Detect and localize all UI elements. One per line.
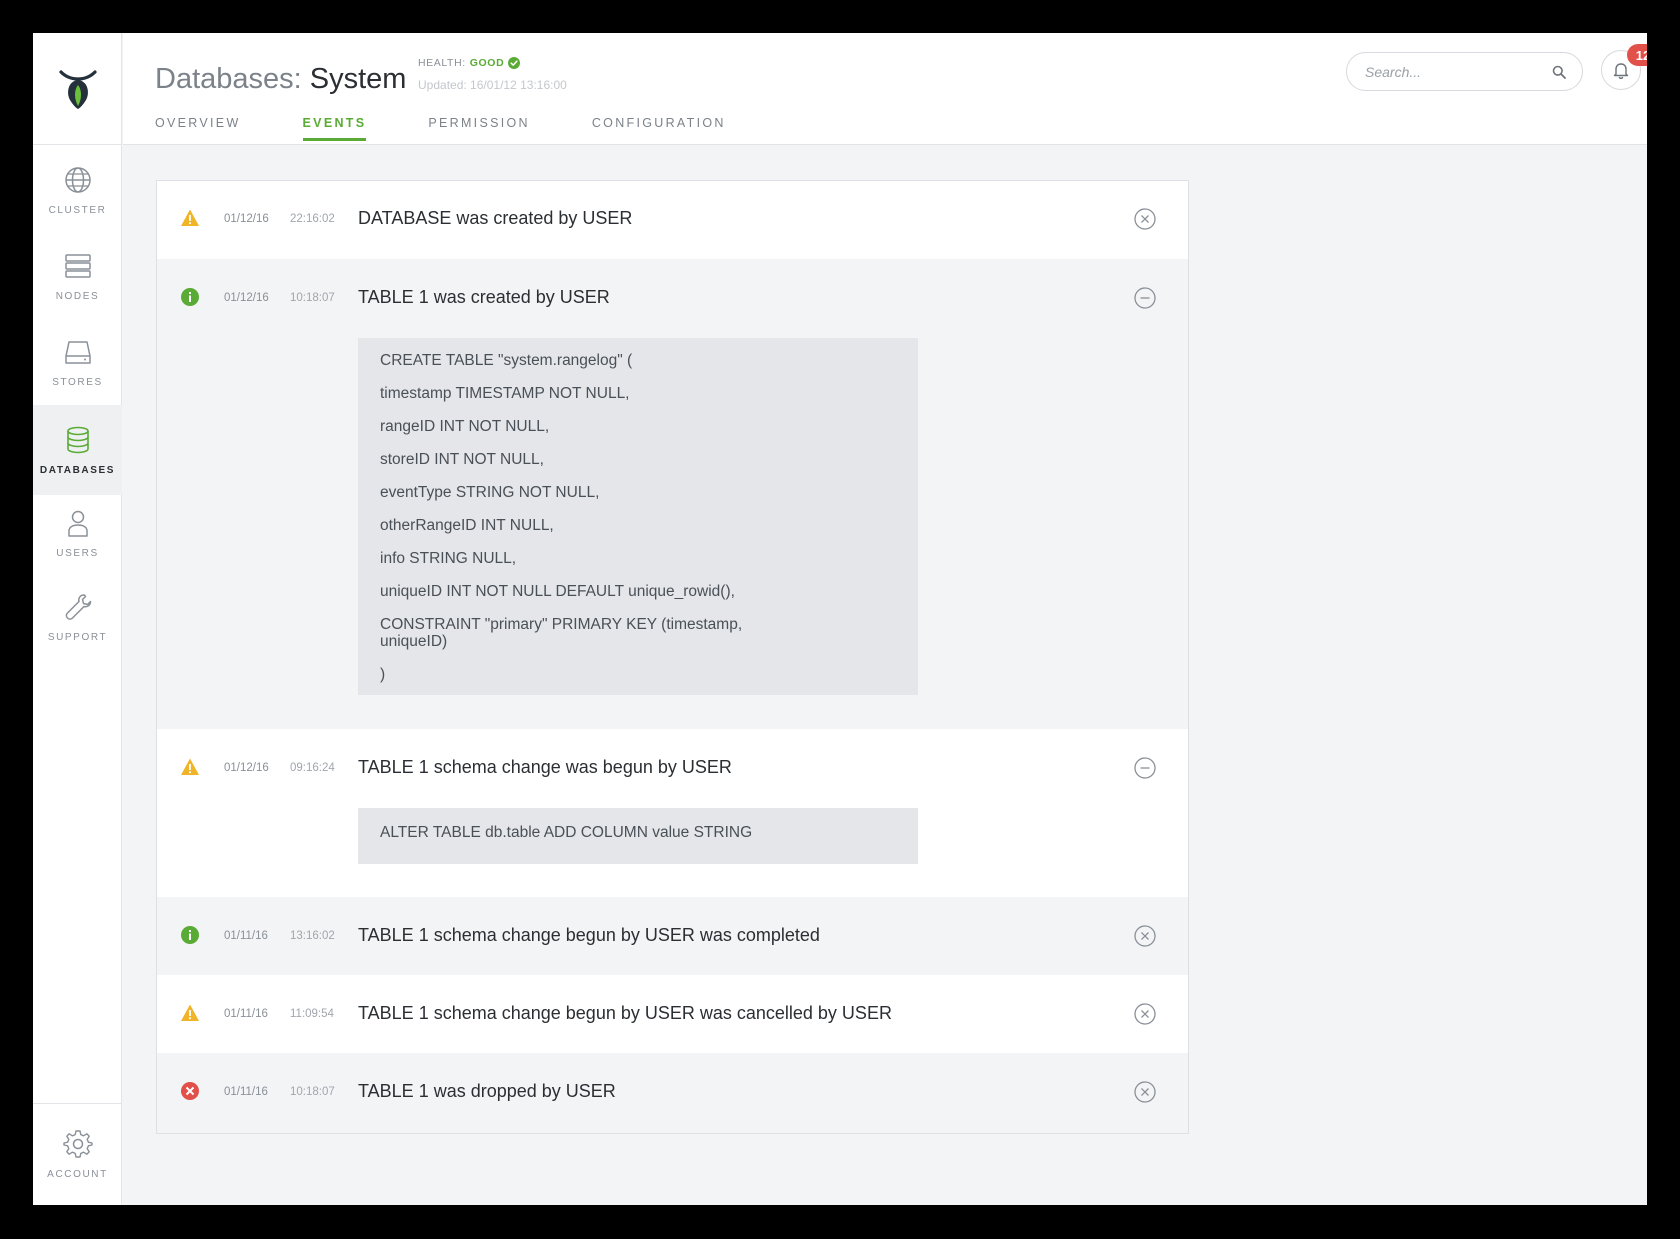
event-message: TABLE 1 was created by USER <box>358 287 610 307</box>
search-icon[interactable] <box>1552 65 1566 79</box>
event-time: 10:18:07 <box>290 1086 335 1098</box>
event-date: 01/12/16 <box>224 292 269 304</box>
event-time: 13:16:02 <box>290 930 335 942</box>
code-line: timestamp TIMESTAMP NOT NULL, <box>380 385 630 402</box>
sidebar: CLUSTER NODES STORES DATABASES USERS SUP… <box>33 33 122 1205</box>
sidebar-item-label: SUPPORT <box>47 631 108 643</box>
event-date: 01/11/16 <box>224 1086 268 1098</box>
event-message: TABLE 1 was dropped by USER <box>358 1081 616 1101</box>
server-icon <box>64 253 91 278</box>
event-message: DATABASE was created by USER <box>358 208 633 228</box>
warning-icon <box>181 1004 199 1021</box>
updated-timestamp: Updated: 16/01/12 13:16:00 <box>418 78 567 92</box>
sql-code-block: ALTER TABLE db.table ADD COLUMN value ST… <box>358 808 918 864</box>
cockroach-logo-icon <box>58 69 97 109</box>
code-line: CONSTRAINT "primary" PRIMARY KEY (timest… <box>380 616 743 650</box>
sidebar-item-account[interactable]: ACCOUNT <box>33 1103 122 1205</box>
event-time: 11:09:54 <box>290 1008 334 1020</box>
code-line: uniqueID INT NOT NULL DEFAULT unique_row… <box>380 583 735 600</box>
event-message: TABLE 1 schema change begun by USER was … <box>358 925 820 945</box>
drive-icon <box>64 340 91 364</box>
page-title-name: System <box>309 63 407 95</box>
error-icon <box>181 1082 199 1100</box>
tab-overview[interactable]: OVERVIEW <box>155 116 241 141</box>
collapse-icon[interactable] <box>1134 757 1156 779</box>
event-date: 01/12/16 <box>224 213 269 225</box>
event-row-expanded: 01/12/16 09:16:24 TABLE 1 schema change … <box>157 729 1188 897</box>
tab-configuration[interactable]: CONFIGURATION <box>592 116 726 141</box>
event-row: 01/11/16 11:09:54 TABLE 1 schema change … <box>157 975 1188 1053</box>
sidebar-item-stores[interactable]: STORES <box>33 317 122 407</box>
event-date: 01/11/16 <box>224 1008 268 1020</box>
health-label: HEALTH: <box>418 57 466 69</box>
sidebar-item-cluster[interactable]: CLUSTER <box>33 145 122 235</box>
user-icon <box>67 510 88 537</box>
sidebar-item-label: USERS <box>56 547 99 559</box>
code-line: CREATE TABLE "system.rangelog" ( <box>380 352 633 369</box>
warning-icon <box>181 758 199 775</box>
event-time: 10:18:07 <box>290 292 335 304</box>
sql-code-block: CREATE TABLE "system.rangelog" ( timesta… <box>358 338 918 695</box>
page-title: Databases: System <box>155 63 406 96</box>
code-line: ) <box>380 666 386 683</box>
sidebar-item-users[interactable]: USERS <box>33 488 122 578</box>
header: Databases: System HEALTH: GOOD Updated: … <box>123 33 1647 145</box>
info-icon <box>181 926 199 944</box>
sidebar-item-support[interactable]: SUPPORT <box>33 572 122 662</box>
search-input[interactable] <box>1365 63 1535 80</box>
event-time: 09:16:24 <box>290 762 335 774</box>
close-icon[interactable] <box>1134 1003 1156 1025</box>
event-date: 01/11/16 <box>224 930 268 942</box>
code-line: info STRING NULL, <box>380 550 517 567</box>
globe-icon <box>64 166 91 193</box>
code-line: otherRangeID INT NULL, <box>380 517 554 534</box>
event-date: 01/12/16 <box>224 762 269 774</box>
close-icon[interactable] <box>1134 208 1156 230</box>
event-row: 01/11/16 13:16:02 TABLE 1 schema change … <box>157 897 1188 975</box>
event-row: 01/11/16 10:18:07 TABLE 1 was dropped by… <box>157 1053 1188 1133</box>
search-box <box>1346 52 1583 91</box>
event-message: TABLE 1 schema change begun by USER was … <box>358 1003 892 1023</box>
event-time: 22:16:02 <box>290 213 335 225</box>
sidebar-item-databases[interactable]: DATABASES <box>33 405 122 495</box>
tab-events[interactable]: EVENTS <box>302 116 367 141</box>
event-row-expanded: 01/12/16 10:18:07 TABLE 1 was created by… <box>157 259 1188 729</box>
account-label: ACCOUNT <box>47 1169 108 1180</box>
info-icon <box>181 288 199 306</box>
bell-icon <box>1613 63 1629 79</box>
sidebar-item-label: NODES <box>55 290 100 302</box>
code-line: rangeID INT NOT NULL, <box>380 418 550 435</box>
database-icon <box>66 426 89 453</box>
sidebar-item-label: DATABASES <box>39 464 116 476</box>
wrench-icon <box>65 593 91 620</box>
cockroach-logo[interactable] <box>33 33 122 145</box>
code-line: eventType STRING NOT NULL, <box>380 484 600 501</box>
tab-permission[interactable]: PERMISSION <box>428 116 530 141</box>
health-status: HEALTH: GOOD <box>418 57 521 69</box>
code-line: storeID INT NOT NULL, <box>380 451 544 468</box>
app-window: CLUSTER NODES STORES DATABASES USERS SUP… <box>33 33 1647 1205</box>
collapse-icon[interactable] <box>1134 287 1156 309</box>
event-message: TABLE 1 schema change was begun by USER <box>358 757 732 777</box>
sidebar-item-label: STORES <box>52 376 103 388</box>
tab-bar: OVERVIEW EVENTS PERMISSION CONFIGURATION <box>155 116 788 141</box>
page-title-prefix: Databases: <box>155 63 302 95</box>
events-list: 01/12/16 22:16:02 DATABASE was created b… <box>156 180 1189 1134</box>
close-icon[interactable] <box>1134 925 1156 947</box>
sidebar-item-label: CLUSTER <box>48 204 107 216</box>
gear-icon <box>62 1130 93 1158</box>
code-line: ALTER TABLE db.table ADD COLUMN value ST… <box>380 824 753 841</box>
sidebar-item-nodes[interactable]: NODES <box>33 231 122 321</box>
close-icon[interactable] <box>1134 1081 1156 1103</box>
check-circle-icon <box>508 57 521 69</box>
notification-count-badge: 12 <box>1627 44 1647 66</box>
event-row: 01/12/16 22:16:02 DATABASE was created b… <box>157 181 1188 259</box>
warning-icon <box>181 209 199 226</box>
health-value: GOOD <box>469 57 505 69</box>
